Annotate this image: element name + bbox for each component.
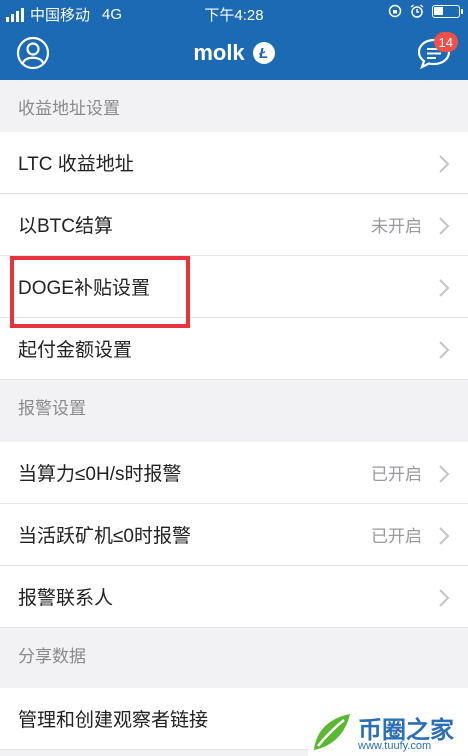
watermark: 币圈之家 www.tuufy.com: [308, 708, 468, 756]
page-title: molk: [193, 40, 245, 65]
row-label: LTC 收益地址: [18, 154, 134, 175]
row-status: 已开启: [371, 465, 422, 484]
row-label: 当活跃矿机≤0时报警: [18, 526, 191, 547]
notification-badge: 14: [433, 32, 458, 52]
section-header-alerts: 报警设置: [0, 380, 468, 432]
row-status: 已开启: [371, 527, 422, 546]
row-ltc-income-address[interactable]: LTC 收益地址: [0, 132, 468, 194]
chevron-right-icon: [439, 465, 450, 483]
chevron-right-icon: [439, 155, 450, 173]
chevron-right-icon: [439, 217, 450, 235]
litecoin-icon: Ł: [252, 42, 275, 64]
leaf-logo-icon: [314, 714, 350, 750]
page-title-group: molk Ł: [0, 40, 468, 66]
row-status: 未开启: [371, 217, 422, 236]
watermark-url: www.tuufy.com: [358, 740, 432, 752]
battery-icon: [432, 4, 463, 18]
chevron-right-icon: [439, 589, 450, 607]
row-label: 报警联系人: [18, 588, 114, 609]
chevron-right-icon: [439, 279, 450, 297]
row-label: 当算力≤0H/s时报警: [18, 464, 182, 485]
status-bar: 中国移动 4G 下午4:28: [0, 0, 468, 26]
row-label: 起付金额设置: [18, 340, 133, 361]
section-header-income: 收益地址设置: [0, 80, 468, 132]
rotation-lock-icon: [388, 4, 402, 18]
chevron-right-icon: [439, 527, 450, 545]
row-label: 以BTC结算: [18, 216, 114, 237]
highlight-box: [10, 256, 190, 328]
row-active-miner-alert[interactable]: 当活跃矿机≤0时报警 已开启: [0, 504, 468, 566]
row-hashrate-alert[interactable]: 当算力≤0H/s时报警 已开启: [0, 442, 468, 504]
chevron-right-icon: [439, 341, 450, 359]
row-btc-settlement[interactable]: 以BTC结算 未开启: [0, 194, 468, 256]
section-header-share: 分享数据: [0, 628, 468, 680]
row-label: 管理和创建观察者链接: [18, 710, 209, 731]
alarm-icon: [410, 4, 424, 18]
row-alert-contacts[interactable]: 报警联系人: [0, 566, 468, 628]
messages-button[interactable]: 14: [416, 32, 458, 70]
nav-bar: molk Ł 14: [0, 26, 468, 80]
